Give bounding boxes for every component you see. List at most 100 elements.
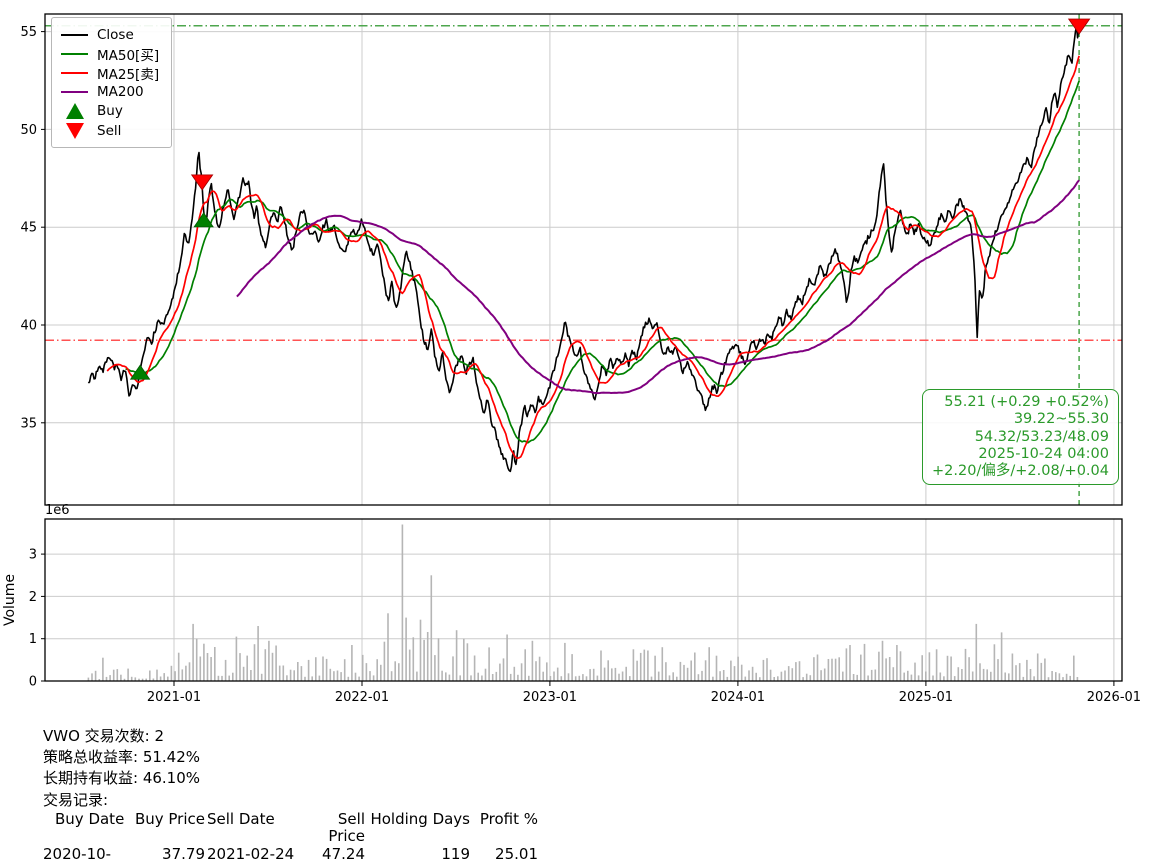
legend-label: Close xyxy=(97,27,134,43)
volume-bar xyxy=(618,674,620,681)
volume-bar xyxy=(1055,672,1057,681)
close-line-swatch xyxy=(61,34,88,36)
ma200-line xyxy=(237,180,1079,393)
legend-label: MA25[卖] xyxy=(97,63,159,83)
volume-bar xyxy=(441,671,443,681)
volume-bar xyxy=(723,670,725,681)
volume-bar xyxy=(792,668,794,681)
price-tick-label: 45 xyxy=(20,221,37,236)
volume-bar xyxy=(575,676,577,681)
volume-bar xyxy=(517,675,519,681)
volume-bar xyxy=(672,672,674,681)
trade-cell: 119 xyxy=(367,846,470,860)
volume-bar xyxy=(200,657,202,682)
volume-bar xyxy=(929,652,931,681)
legend-item-buy: Buy xyxy=(61,101,159,121)
volume-bar xyxy=(817,655,819,682)
volume-bar xyxy=(496,672,498,681)
volume-bar xyxy=(820,670,822,681)
legend-item-close: Close xyxy=(61,25,159,44)
volume-bar xyxy=(351,645,353,681)
volume-bar xyxy=(1041,663,1043,681)
volume-bar xyxy=(784,671,786,682)
volume-bar xyxy=(846,648,848,681)
volume-bar xyxy=(885,658,887,681)
volume-bar xyxy=(994,644,996,681)
annotation-signal-line: +2.20/偏多/+2.08/+0.04 xyxy=(932,463,1109,480)
volume-bar xyxy=(705,660,707,681)
volume-bar xyxy=(210,657,212,681)
volume-bar xyxy=(878,652,880,681)
volume-bar xyxy=(398,663,400,681)
volume-bar xyxy=(810,675,812,681)
volume-bar xyxy=(867,676,869,682)
volume-bar xyxy=(806,674,808,681)
volume-bar xyxy=(402,525,404,682)
volume-bar xyxy=(485,669,487,681)
volume-bar xyxy=(459,675,461,681)
volume-bar xyxy=(990,672,992,681)
volume-bar xyxy=(232,673,234,681)
volume-bar xyxy=(997,659,999,681)
volume-bar xyxy=(918,675,920,681)
volume-bar xyxy=(499,664,501,681)
volume-bar xyxy=(788,666,790,681)
volume-bar xyxy=(423,640,425,681)
volume-bar xyxy=(1069,676,1071,681)
volume-bar xyxy=(514,667,516,681)
volume-bar xyxy=(658,672,660,681)
volume-bar xyxy=(968,657,970,681)
volume-bar xyxy=(163,673,165,681)
volume-bar xyxy=(586,676,588,681)
volume-bar xyxy=(542,672,544,681)
volume-bar xyxy=(950,657,952,682)
volume-bar xyxy=(268,641,270,681)
volume-bar xyxy=(452,656,454,681)
volume-bar xyxy=(246,656,248,681)
volume-bar xyxy=(636,661,638,681)
volume-bar xyxy=(561,676,563,681)
volume-bar xyxy=(748,670,750,681)
volume-bar xyxy=(510,674,512,681)
volume-bar xyxy=(640,653,642,681)
volume-tick-label: 0 xyxy=(29,675,37,690)
volume-bar xyxy=(521,663,523,681)
volume-bar xyxy=(564,643,566,681)
volume-bar xyxy=(149,671,151,682)
volume-bar xyxy=(947,656,949,681)
volume-bar xyxy=(391,671,393,681)
x-tick-label: 2025-01 xyxy=(899,690,953,705)
volume-bar xyxy=(355,673,357,681)
volume-bar xyxy=(849,645,851,681)
volume-bar xyxy=(662,647,664,681)
volume-bar xyxy=(261,674,263,681)
volume-bar xyxy=(777,676,779,681)
volume-bar xyxy=(524,649,526,681)
volume-bar xyxy=(755,673,757,681)
volume-bar xyxy=(597,676,599,681)
volume-bar xyxy=(1033,676,1035,681)
volume-bar xyxy=(615,668,617,681)
volume-bar xyxy=(167,677,169,681)
volume-bar xyxy=(109,675,111,681)
volume-bar xyxy=(698,674,700,681)
ma50-line-swatch xyxy=(61,53,88,55)
volume-bar xyxy=(831,659,833,681)
volume-bar xyxy=(470,675,472,681)
volume-bar xyxy=(1026,660,1028,681)
volume-bar xyxy=(477,673,479,681)
volume-bar xyxy=(376,659,378,681)
volume-bar xyxy=(1019,663,1021,681)
annotation-ma-line: 54.32/53.23/48.09 xyxy=(932,429,1109,446)
volume-bar xyxy=(1008,673,1010,681)
volume-bar xyxy=(633,649,635,681)
trades-header-cell: Holding Days xyxy=(367,811,470,846)
volume-bar xyxy=(871,670,873,681)
legend-label: Buy xyxy=(97,103,123,119)
volume-bar xyxy=(882,641,884,681)
volume-bar xyxy=(983,669,985,681)
volume-bar xyxy=(409,650,411,681)
volume-bar xyxy=(431,575,433,681)
volume-tick-label: 2 xyxy=(29,590,37,605)
trade-log-title: 交易记录: xyxy=(43,790,538,811)
